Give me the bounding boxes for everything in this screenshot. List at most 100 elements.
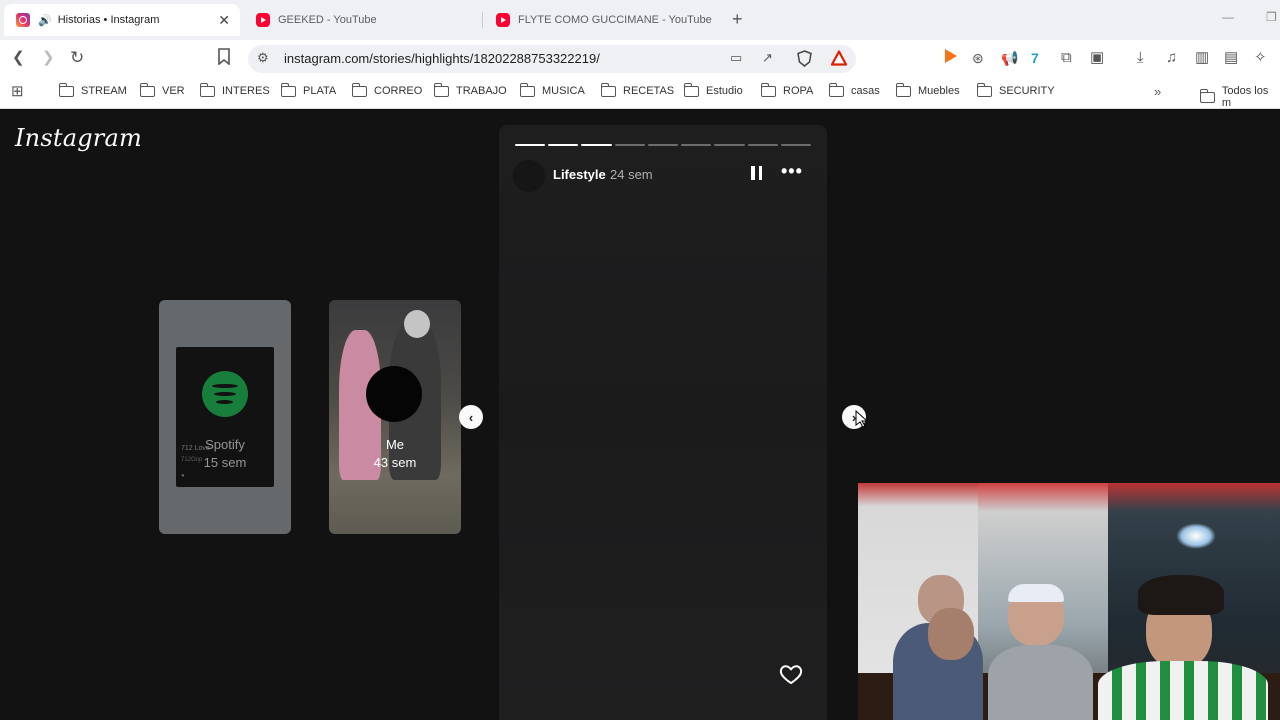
highlight-card-spotify[interactable]: 712 Love 712Oop ● Spotify 15 sem [159, 300, 291, 534]
sidebar-icon[interactable]: ▥ [1195, 48, 1209, 68]
person-3-cap [1008, 584, 1064, 602]
folder-icon [199, 82, 215, 97]
bookmark-label: TRABAJO [456, 85, 507, 97]
youtube-icon [256, 13, 270, 27]
address-bar[interactable]: ⚙ instagram.com/stories/highlights/18202… [248, 45, 856, 73]
more-options-icon[interactable]: ••• [781, 161, 803, 182]
progress-segment [747, 144, 778, 146]
restore-icon[interactable]: ❐ [1266, 10, 1277, 24]
bookmark-label: STREAM [81, 85, 127, 97]
download-icon[interactable]: ⤓ [1137, 48, 1144, 68]
new-tab-button[interactable]: + [732, 9, 743, 30]
pause-icon[interactable] [751, 166, 762, 180]
bookmark-icon[interactable] [217, 48, 231, 71]
close-tab-icon[interactable]: ✕ [218, 12, 230, 29]
minimize-icon[interactable]: — [1222, 10, 1234, 24]
person-3-body [988, 645, 1093, 720]
bookmark-folder[interactable]: PLATA [280, 82, 337, 97]
folder-icon [58, 82, 74, 97]
highlight-card-me[interactable]: Me 43 sem [329, 300, 461, 534]
avatar[interactable] [513, 160, 545, 192]
bookmark-folder[interactable]: Muebles [895, 82, 960, 97]
brave-shield-icon[interactable] [797, 50, 812, 70]
folder-icon [1199, 88, 1215, 103]
webcam-overlay [858, 483, 1280, 720]
brave-rewards-icon[interactable] [830, 50, 848, 69]
bookmark-label: INTERES [222, 85, 270, 97]
previous-story-button[interactable]: ‹ [459, 405, 483, 429]
highlight-title: Me [385, 437, 405, 452]
ceiling-light [1176, 523, 1216, 549]
folder-icon [433, 82, 449, 97]
bookmark-folder[interactable]: CORREO [351, 82, 423, 97]
tab-separator [482, 12, 483, 28]
bookmark-label: Todos los m [1221, 85, 1269, 109]
highlight-time: 43 sem [373, 455, 417, 470]
leo-ai-icon[interactable]: ✧ [1254, 48, 1267, 68]
all-bookmarks-folder[interactable]: Todos los m [1199, 85, 1280, 109]
bookmark-folder[interactable]: SECURITY [976, 82, 1055, 97]
bookmark-label: SECURITY [999, 85, 1055, 97]
story-viewer[interactable]: Lifestyle 24 sem ••• [499, 125, 827, 720]
story-username[interactable]: Lifestyle [553, 167, 606, 182]
progress-segment [647, 144, 679, 146]
tab-youtube-geeked[interactable]: GEEKED - YouTube [244, 4, 480, 36]
progress-segment [681, 144, 712, 146]
bookmark-label: casas [851, 85, 880, 97]
tab-title: GEEKED - YouTube [278, 14, 377, 26]
heart-icon[interactable] [779, 662, 803, 686]
play-icon[interactable] [944, 48, 958, 70]
tab-instagram[interactable]: 🔊 Historias • Instagram ✕ [4, 4, 240, 36]
folder-icon [351, 82, 367, 97]
wallet-icon[interactable]: ▤ [1224, 48, 1238, 68]
mouse-cursor-icon [855, 410, 868, 428]
reading-icon[interactable]: ▣ [1090, 48, 1104, 68]
progress-segment [614, 144, 645, 146]
tab-bar: 🔊 Historias • Instagram ✕ GEEKED - YouTu… [0, 0, 1280, 40]
apps-grid-icon[interactable]: ⊞ [11, 82, 24, 102]
spotify-small-icon: ● [181, 473, 185, 479]
highlight-time: 15 sem [203, 455, 247, 470]
speaker-icon[interactable]: 🔊 [38, 14, 52, 27]
megaphone-icon[interactable]: 📢 [1001, 48, 1018, 68]
bookmark-folder[interactable]: STREAM [58, 82, 127, 97]
translate-extension-icon[interactable]: 7 [1031, 48, 1039, 68]
folder-icon [828, 82, 844, 97]
tab-youtube-flyte[interactable]: FLYTE COMO GUCCIMANE - YouTube [484, 4, 724, 36]
bookmark-folder[interactable]: MUSICA [519, 82, 585, 97]
puzzle-icon[interactable]: ⧉ [1061, 48, 1072, 68]
share-icon[interactable]: ↗ [762, 50, 773, 66]
progress-segment [548, 144, 579, 146]
bookmark-label: PLATA [303, 85, 337, 97]
folder-icon [976, 82, 992, 97]
bookmark-label: CORREO [374, 85, 423, 97]
bookmark-folder[interactable]: RECETAS [600, 82, 674, 97]
folder-icon [760, 82, 776, 97]
folder-icon [600, 82, 616, 97]
bookmark-folder[interactable]: INTERES [199, 82, 270, 97]
highlight-title: Spotify [205, 437, 245, 452]
bookmark-folder[interactable]: ROPA [760, 82, 813, 97]
site-settings-icon[interactable]: ⚙ [257, 50, 269, 66]
folder-icon [280, 82, 296, 97]
instagram-icon [16, 13, 30, 27]
bookmark-folder[interactable]: Estudio [683, 82, 743, 97]
bookmarks-bar: ⊞ STREAM VER INTERES PLATA CORREO TRABAJ… [0, 77, 1280, 109]
bookmark-folder[interactable]: casas [828, 82, 880, 97]
folder-icon [895, 82, 911, 97]
url-text[interactable]: instagram.com/stories/highlights/1820228… [284, 51, 600, 66]
extension-icon[interactable]: ⊛ [972, 48, 984, 68]
bookmark-label: Muebles [918, 85, 960, 97]
progress-segment [780, 144, 811, 146]
more-bookmarks-icon[interactable]: » [1154, 82, 1161, 102]
bookmark-folder[interactable]: VER [139, 82, 185, 97]
forward-icon[interactable]: ❯ [42, 48, 55, 68]
back-icon[interactable]: ❮ [12, 48, 25, 68]
reload-icon[interactable]: ↻ [70, 48, 84, 68]
instagram-logo[interactable]: Instagram [15, 124, 142, 152]
music-icon[interactable]: ♫ [1166, 48, 1177, 68]
cast-icon[interactable]: ▭ [730, 50, 742, 66]
person-4-hair [1138, 575, 1224, 615]
bookmark-folder[interactable]: TRABAJO [433, 82, 507, 97]
story-progress [515, 144, 811, 146]
